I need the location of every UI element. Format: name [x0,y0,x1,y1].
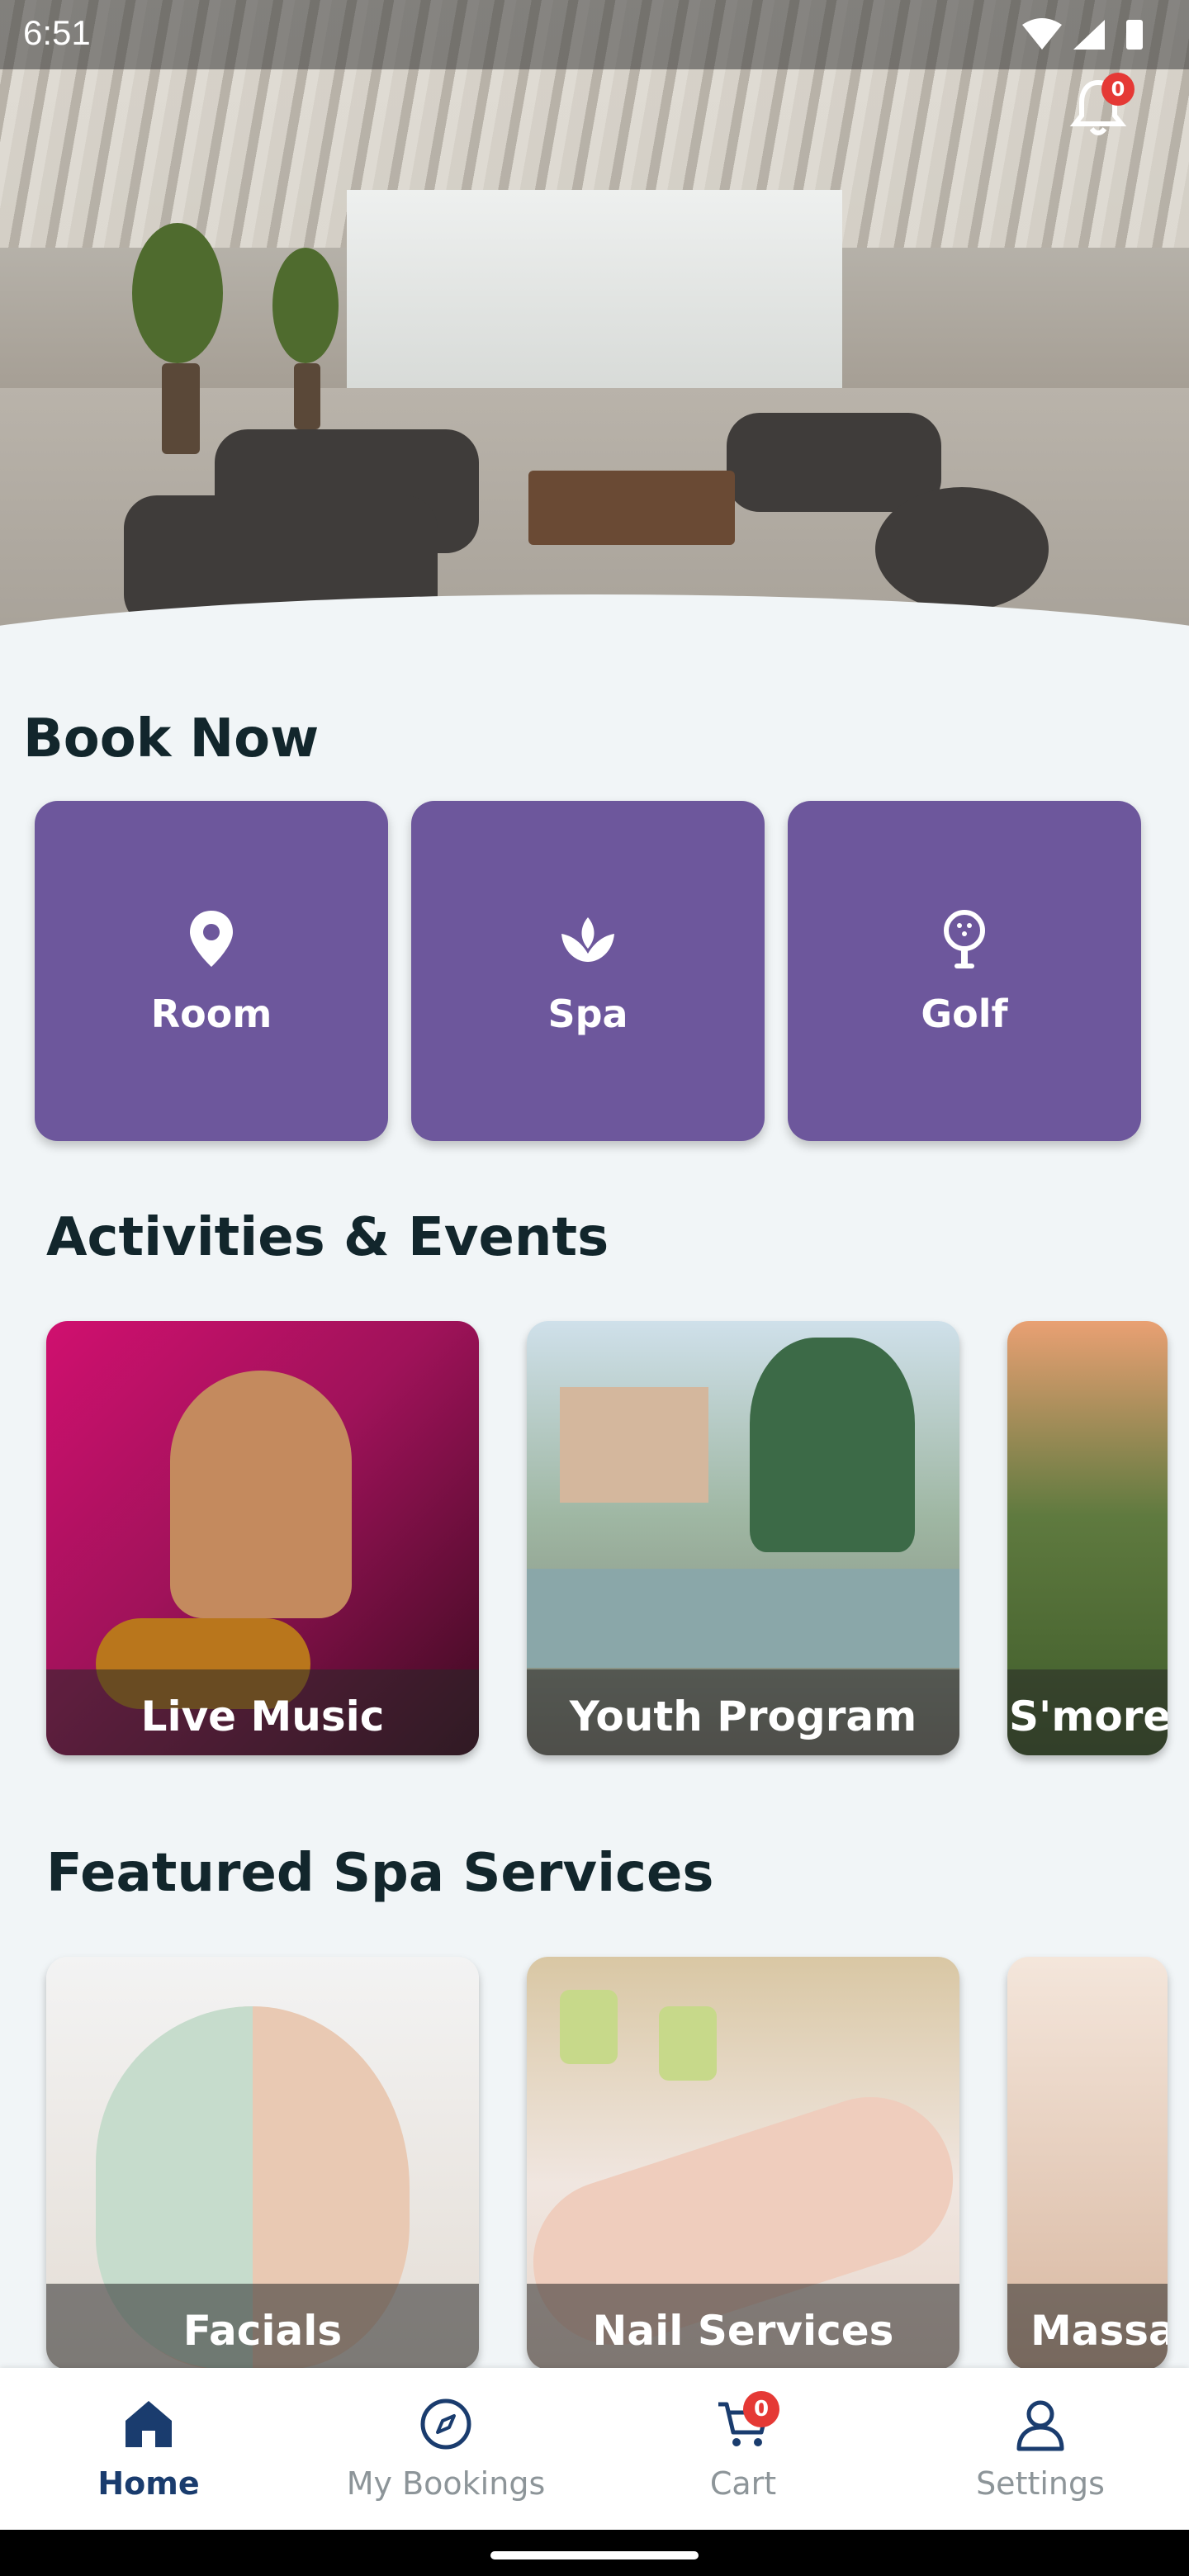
nav-my-bookings[interactable]: My Bookings [297,2368,594,2530]
book-tile-label: Room [150,992,272,1036]
book-now-title: Book Now [23,708,320,769]
book-golf-tile[interactable]: Golf [788,801,1141,1141]
hero-plant [132,223,223,363]
nav-cart[interactable]: Cart [594,2368,892,2530]
nav-label: Cart [709,2465,777,2502]
status-bar [0,0,1189,69]
card-label: Youth Program [569,1693,917,1740]
activity-card-live-music[interactable]: Live Music [46,1321,479,1755]
wifi-icon [1022,18,1143,50]
compass-icon [420,2398,471,2450]
card-photo-building [560,1387,708,1503]
user-icon [1016,2400,1064,2451]
card-photo-figure [170,1371,352,1618]
activity-card-smores[interactable]: S'mores [1007,1321,1168,1755]
card-photo-trees [750,1338,915,1552]
card-photo-seating [527,1569,959,1668]
hero-pot [162,363,200,454]
status-icons [1019,17,1159,53]
spa-card-facials[interactable]: Facials [46,1957,479,2370]
book-room-tile[interactable]: Room [35,801,388,1141]
bottom-navigation: Home My Bookings Cart Settings [0,2368,1189,2530]
cart-badge: 0 [743,2391,779,2427]
golf-ball-icon [944,910,985,968]
hero-window [347,190,842,405]
activities-title: Activities & Events [46,1207,609,1268]
nav-settings[interactable]: Settings [892,2368,1189,2530]
card-label: S'mores [1009,1693,1168,1740]
activity-card-youth-program[interactable]: Youth Program [527,1321,959,1755]
spa-card-nail-services[interactable]: Nail Services [527,1957,959,2370]
card-label: Nail Services [592,2307,894,2355]
lotus-icon [561,917,614,962]
card-photo-candle [659,2006,717,2081]
hero-table [528,471,735,545]
spa-card-massage[interactable]: Massag [1007,1957,1168,2370]
nav-label: Settings [976,2465,1105,2502]
spa-services-title: Featured Spa Services [46,1843,714,1904]
hero-image [0,0,1189,644]
book-tile-label: Spa [547,992,628,1036]
book-spa-tile[interactable]: Spa [411,801,765,1141]
card-label: Facials [182,2307,343,2355]
book-tile-label: Golf [921,992,1008,1036]
hero-sofa [727,413,941,512]
map-pin-icon [190,911,233,967]
gesture-handle[interactable] [490,2551,699,2559]
hero-pot [294,363,320,429]
nav-label: Home [97,2465,200,2502]
nav-label: My Bookings [346,2465,546,2502]
nav-home[interactable]: Home [0,2368,297,2530]
card-label: Live Music [140,1693,385,1740]
notification-badge: 0 [1101,73,1135,106]
card-photo-candle [560,1990,618,2064]
hero-plant [272,248,339,363]
home-icon [126,2401,172,2447]
status-time: 6:51 [23,13,91,52]
hero-ottoman [875,487,1049,611]
card-label: Massag [1030,2307,1168,2355]
